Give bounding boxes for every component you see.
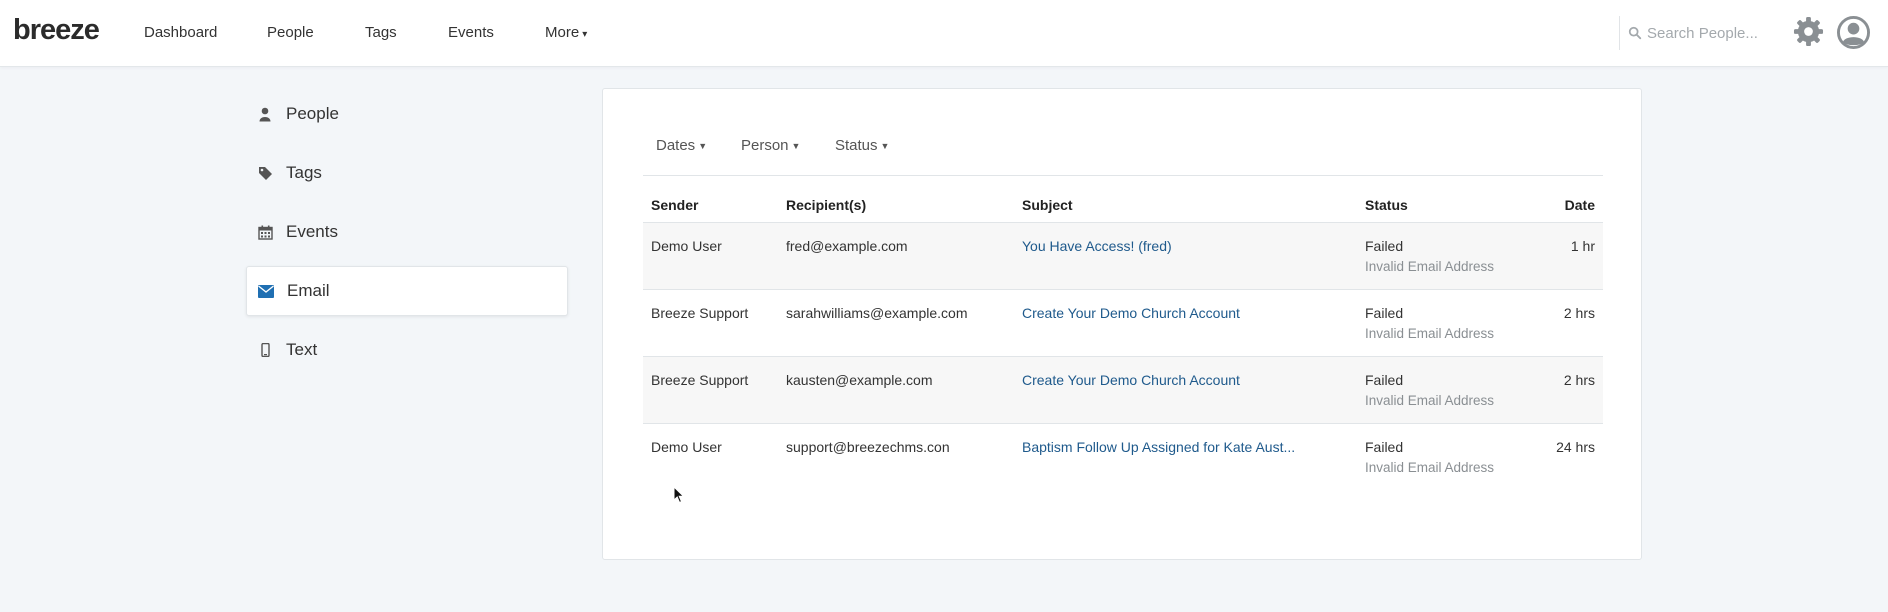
filter-label: Status [835,137,878,154]
search-input[interactable] [1647,24,1777,42]
breeze-logo[interactable]: breeze [13,14,100,47]
table-header-row: Sender Recipient(s) Subject Status Date [643,197,1603,223]
cell-recipient: sarahwilliams@example.com [778,289,1014,357]
nav-people[interactable]: People [267,24,314,41]
email-log-panel: Dates ▼ Person ▼ Status ▼ Sender Recipient(… [602,88,1642,560]
caret-down-icon: ▼ [791,141,801,152]
column-header-subject[interactable]: Subject [1014,197,1357,223]
divider [643,175,1603,176]
envelope-icon [257,282,275,300]
search-box[interactable] [1628,22,1778,44]
nav-events[interactable]: Events [448,24,494,41]
nav-more[interactable]: More ▾ [545,24,587,41]
calendar-icon [256,223,274,241]
nav-dashboard[interactable]: Dashboard [144,24,217,41]
status-detail: Invalid Email Address [1365,258,1495,274]
nav-more-label: More [545,24,580,41]
cell-recipient: support@breezechms.con [786,438,950,455]
cell-sender: Demo User [651,438,722,455]
filter-person[interactable]: Person ▼ [741,137,800,154]
nav-tags[interactable]: Tags [365,24,397,41]
column-header-sender[interactable]: Sender [643,197,778,223]
search-icon [1628,26,1642,40]
sidebar-item-label: Text [286,340,318,359]
cell-status: Failed Invalid Email Address [1357,423,1507,490]
cell-subject: Create Your Demo Church Account [1014,356,1357,424]
table-row[interactable]: Breeze Support sarahwilliams@example.com… [643,289,1603,357]
tag-icon [256,164,274,182]
status-text: Failed [1365,371,1404,388]
status-text: Failed [1365,438,1404,455]
caret-down-icon: ▼ [880,141,890,152]
gear-icon[interactable] [1793,16,1824,47]
cell-subject: Create Your Demo Church Account [1014,289,1357,357]
mouse-cursor-icon [673,486,685,504]
sidebar-item-label: Tags [286,163,322,182]
cell-date: 24 hrs [1556,438,1595,455]
table-row[interactable]: Breeze Support kausten@example.com Creat… [643,356,1603,424]
sidebar-item-people[interactable]: People [246,89,568,139]
cell-date: 1 hr [1507,222,1603,290]
person-icon [256,105,274,123]
account-avatar-icon[interactable] [1837,16,1870,49]
sidebar-item-email[interactable]: Email [246,266,568,316]
top-navbar: breeze Dashboard People Tags Events More… [0,0,1888,67]
column-header-status[interactable]: Status [1357,197,1507,223]
sidebar-item-label: People [286,104,339,123]
subject-link[interactable]: Create Your Demo Church Account [1022,372,1240,388]
filter-status[interactable]: Status ▼ [835,137,889,154]
sidebar-item-events[interactable]: Events [246,207,568,257]
column-header-recipients[interactable]: Recipient(s) [778,197,1014,223]
cell-recipient: fred@example.com [778,222,1014,290]
subject-link[interactable]: Baptism Follow Up Assigned for Kate Aust… [1022,439,1295,455]
search-divider [1619,16,1620,50]
status-text: Failed [1365,304,1404,321]
status-detail: Invalid Email Address [1365,459,1495,475]
column-header-date[interactable]: Date [1507,197,1603,223]
subject-link[interactable]: You Have Access! (fred) [1022,238,1172,254]
email-log-table: Sender Recipient(s) Subject Status Date … [643,197,1603,490]
cell-sender: Demo User [643,222,778,290]
cell-recipient: kausten@example.com [778,356,1014,424]
cell-sender: Breeze Support [643,289,778,357]
mobile-phone-icon [256,341,274,359]
cell-status: Failed Invalid Email Address [1357,289,1507,357]
table-row[interactable]: Demo User fred@example.com You Have Acce… [643,222,1603,290]
cell-subject: You Have Access! (fred) [1014,222,1357,290]
chevron-down-icon: ▾ [582,29,588,40]
cell-status: Failed Invalid Email Address [1357,356,1507,424]
cell-date: 2 hrs [1507,356,1603,424]
filter-label: Dates [656,137,696,154]
filter-label: Person [741,137,789,154]
cell-status: Failed Invalid Email Address [1357,222,1507,290]
sidebar-item-label: Email [287,281,330,300]
status-detail: Invalid Email Address [1365,392,1495,408]
cell-date: 2 hrs [1507,289,1603,357]
sidebar-item-label: Events [286,222,338,241]
sidebar-item-tags[interactable]: Tags [246,148,568,198]
sidebar-item-text[interactable]: Text [246,325,568,375]
cell-subject: Baptism Follow Up Assigned for Kate Aust… [1014,423,1357,490]
status-text: Failed [1365,237,1404,254]
filter-dates[interactable]: Dates ▼ [656,137,707,154]
subject-link[interactable]: Create Your Demo Church Account [1022,305,1240,321]
caret-down-icon: ▼ [698,141,708,152]
cell-sender: Breeze Support [643,356,778,424]
status-detail: Invalid Email Address [1365,325,1495,341]
table-row[interactable]: Demo User support@breezechms.con Baptism… [643,423,1603,490]
